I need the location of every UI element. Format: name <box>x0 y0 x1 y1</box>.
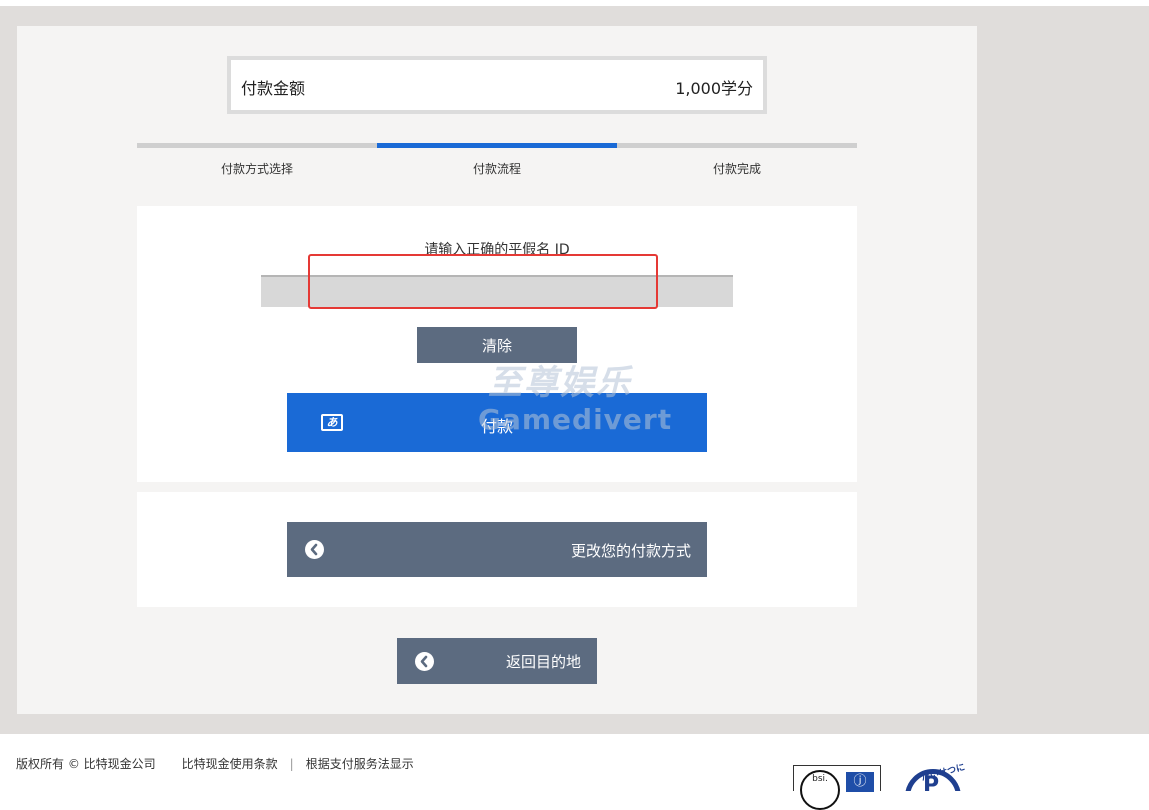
chevron-left-circle-icon <box>305 540 324 559</box>
amount-label: 付款金额 <box>241 79 306 98</box>
privacy-mark-letter: P <box>923 773 940 791</box>
hiragana-id-input[interactable] <box>261 275 733 307</box>
payment-law-notice-link[interactable]: 根据支付服务法显示 <box>306 755 414 772</box>
id-entry-card: 请输入正确的平假名 ID 清除 あ 付款 <box>137 206 857 482</box>
return-label: 返回目的地 <box>505 653 581 671</box>
step-bar <box>617 143 857 148</box>
privacy-mark-badge: たいせつにします プライバシー P <box>893 755 965 791</box>
pay-button[interactable]: あ 付款 <box>287 393 707 452</box>
step-bar-active <box>377 143 617 148</box>
progress-steps: 付款方式选择 付款流程 付款完成 <box>137 143 857 176</box>
step-payment-process: 付款流程 <box>377 143 617 176</box>
change-payment-method-button[interactable]: 更改您的付款方式 <box>287 522 707 577</box>
return-to-destination-button[interactable]: 返回目的地 <box>397 638 597 684</box>
terms-link[interactable]: 比特现金使用条款 <box>182 755 278 772</box>
step-bar <box>137 143 377 148</box>
chevron-left-circle-icon <box>415 652 434 671</box>
step-label: 付款流程 <box>472 162 521 176</box>
change-method-card: 更改您的付款方式 <box>137 492 857 607</box>
pay-button-label: 付款 <box>480 417 513 436</box>
step-label: 付款方式选择 <box>220 162 293 176</box>
bsi-certification-badge: bsi. ⓙ <box>793 765 881 810</box>
payment-amount-box: 付款金额 1,000学分 <box>227 56 767 114</box>
step-payment-complete: 付款完成 <box>617 143 857 176</box>
id-prompt: 请输入正确的平假名 ID <box>424 242 570 258</box>
clear-button[interactable]: 清除 <box>417 327 577 363</box>
step-method-select: 付款方式选择 <box>137 143 377 176</box>
amount-value: 1,000学分 <box>675 79 753 98</box>
jis-mark-icon: ⓙ <box>846 772 874 792</box>
footer: 版权所有 © 比特现金公司 比特现金使用条款 | 根据支付服务法显示 <box>16 755 414 772</box>
footer-separator: | <box>289 757 294 771</box>
change-method-label: 更改您的付款方式 <box>570 542 691 560</box>
copyright-text: 版权所有 © 比特现金公司 <box>16 757 156 771</box>
bsi-logo: bsi. <box>800 770 840 810</box>
step-label: 付款完成 <box>712 162 761 176</box>
